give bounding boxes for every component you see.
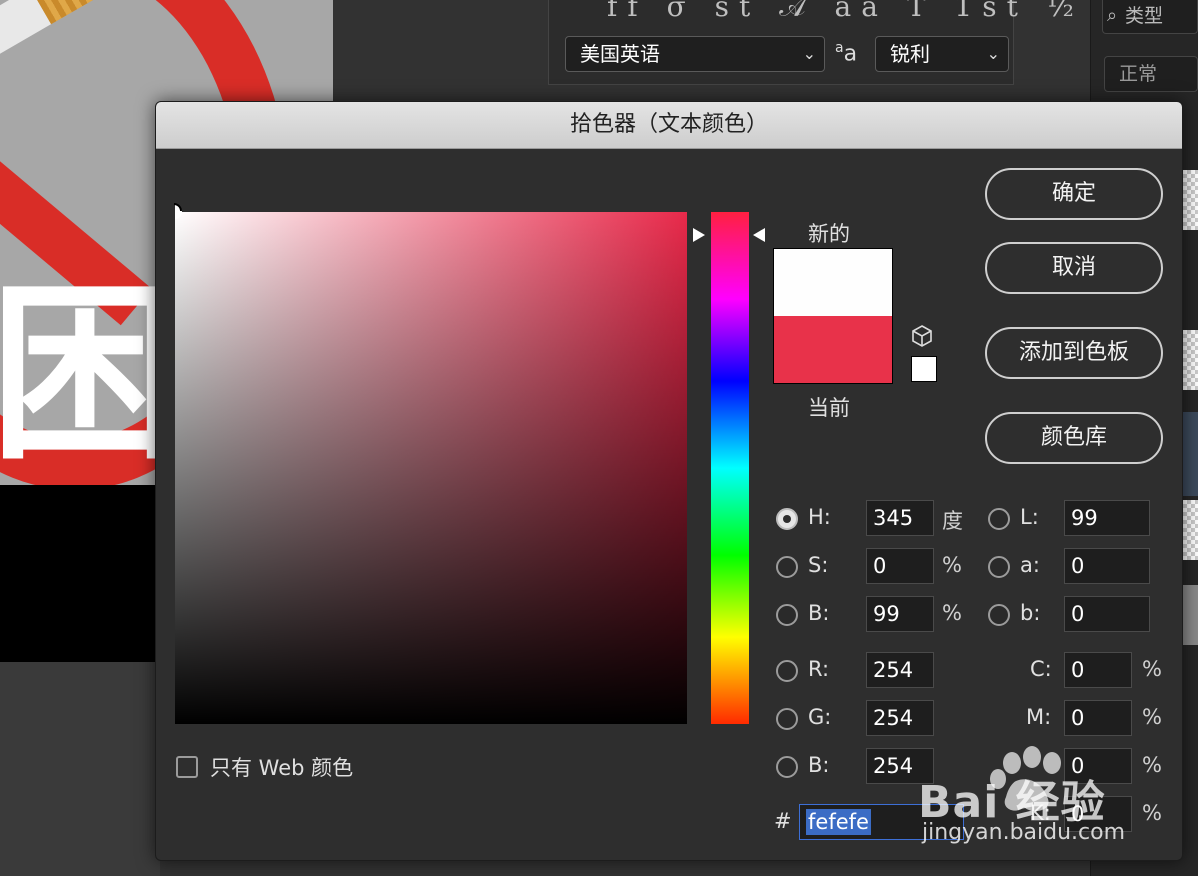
web-colors-only-checkbox[interactable]: [176, 756, 198, 778]
magenta-unit: %: [1142, 705, 1162, 729]
new-color-label: 新的: [808, 222, 850, 246]
b-channel-label: b:: [1020, 601, 1041, 625]
red-input[interactable]: 254: [866, 652, 934, 688]
current-color-label: 当前: [808, 396, 850, 420]
hue-slider-right-arrow-icon[interactable]: [753, 228, 765, 242]
hue-input[interactable]: 345: [866, 500, 934, 536]
hue-label: H:: [808, 505, 831, 529]
green-label: G:: [808, 705, 832, 729]
opentype-features-row[interactable]: ff σ st 𝒜 aa T 1st ½: [607, 0, 1084, 24]
watermark-url: jingyan.baidu.com: [922, 820, 1126, 845]
saturation-brightness-field[interactable]: [175, 212, 687, 724]
radio-hue[interactable]: [776, 508, 798, 530]
lightness-input[interactable]: 99: [1064, 500, 1150, 536]
layer-thumbnail[interactable]: [1183, 170, 1198, 230]
radio-lightness[interactable]: [988, 508, 1010, 530]
saturation-unit: %: [942, 553, 962, 577]
hue-slider[interactable]: [711, 212, 749, 724]
character-panel: ff σ st 𝒜 aa T 1st ½ 美国英语 ⌄ aa 锐利 ⌄: [548, 0, 1074, 85]
new-color-swatch: [774, 249, 892, 316]
add-to-swatches-button[interactable]: 添加到色板: [985, 327, 1163, 379]
radio-red[interactable]: [776, 660, 798, 682]
chevron-down-icon: ⌄: [986, 44, 1000, 63]
green-input[interactable]: 254: [866, 700, 934, 736]
antialias-dropdown[interactable]: 锐利 ⌄: [875, 36, 1009, 72]
language-value: 美国英语: [580, 42, 660, 66]
language-dropdown[interactable]: 美国英语 ⌄: [565, 36, 825, 72]
web-safe-swatch[interactable]: [911, 356, 937, 382]
saturation-label: S:: [808, 553, 829, 577]
antialias-icon: aa: [835, 40, 858, 67]
ok-button[interactable]: 确定: [985, 168, 1163, 220]
magenta-label: M:: [1026, 705, 1052, 729]
blue-label: B:: [808, 753, 830, 777]
cancel-button[interactable]: 取消: [985, 242, 1163, 294]
cyan-input[interactable]: 0: [1064, 652, 1132, 688]
current-color-swatch[interactable]: [774, 316, 892, 383]
radio-green[interactable]: [776, 708, 798, 730]
b-channel-input[interactable]: 0: [1064, 596, 1150, 632]
hex-value-selected: fefefe: [806, 809, 871, 835]
layer-thumbnail[interactable]: [1183, 330, 1198, 390]
hex-label: #: [774, 809, 792, 833]
lightness-label: L:: [1020, 505, 1039, 529]
cyan-unit: %: [1142, 657, 1162, 681]
layer-row-selected[interactable]: [1181, 412, 1198, 496]
canvas-text-glyph: 困: [0, 264, 181, 485]
blend-mode-value: 正常: [1119, 63, 1158, 85]
radio-brightness[interactable]: [776, 604, 798, 626]
web-safe-cube-icon[interactable]: [910, 324, 934, 348]
chevron-down-icon: ⌄: [802, 44, 816, 63]
web-colors-only-label: 只有 Web 颜色: [210, 756, 354, 780]
canvas-black-band: [0, 485, 160, 662]
cyan-label: C:: [1030, 657, 1052, 681]
brightness-unit: %: [942, 601, 962, 625]
radio-saturation[interactable]: [776, 556, 798, 578]
layer-thumbnail[interactable]: [1183, 500, 1198, 560]
radio-a-channel[interactable]: [988, 556, 1010, 578]
saturation-input[interactable]: 0: [866, 548, 934, 584]
brightness-label: B:: [808, 601, 830, 625]
color-libraries-button[interactable]: 颜色库: [985, 412, 1163, 464]
blend-mode-dropdown[interactable]: 正常: [1104, 56, 1198, 92]
antialias-value: 锐利: [890, 42, 930, 66]
a-channel-label: a:: [1020, 553, 1040, 577]
a-channel-input[interactable]: 0: [1064, 548, 1150, 584]
magenta-input[interactable]: 0: [1064, 700, 1132, 736]
radio-b-channel[interactable]: [988, 604, 1010, 626]
layer-kind-label: 类型: [1125, 5, 1164, 27]
layer-thumbnail[interactable]: [1183, 585, 1198, 645]
red-label: R:: [808, 657, 830, 681]
dialog-title[interactable]: 拾色器（文本颜色）: [156, 102, 1182, 149]
radio-blue[interactable]: [776, 756, 798, 778]
canvas-pasteboard: [0, 662, 160, 876]
brightness-input[interactable]: 99: [866, 596, 934, 632]
search-icon: ⌕: [1107, 5, 1118, 26]
hue-unit: 度: [942, 509, 963, 533]
color-comparison-swatch: [773, 248, 893, 384]
hue-slider-left-arrow-icon[interactable]: [693, 228, 705, 242]
layer-kind-filter[interactable]: ⌕ 类型: [1102, 0, 1198, 34]
